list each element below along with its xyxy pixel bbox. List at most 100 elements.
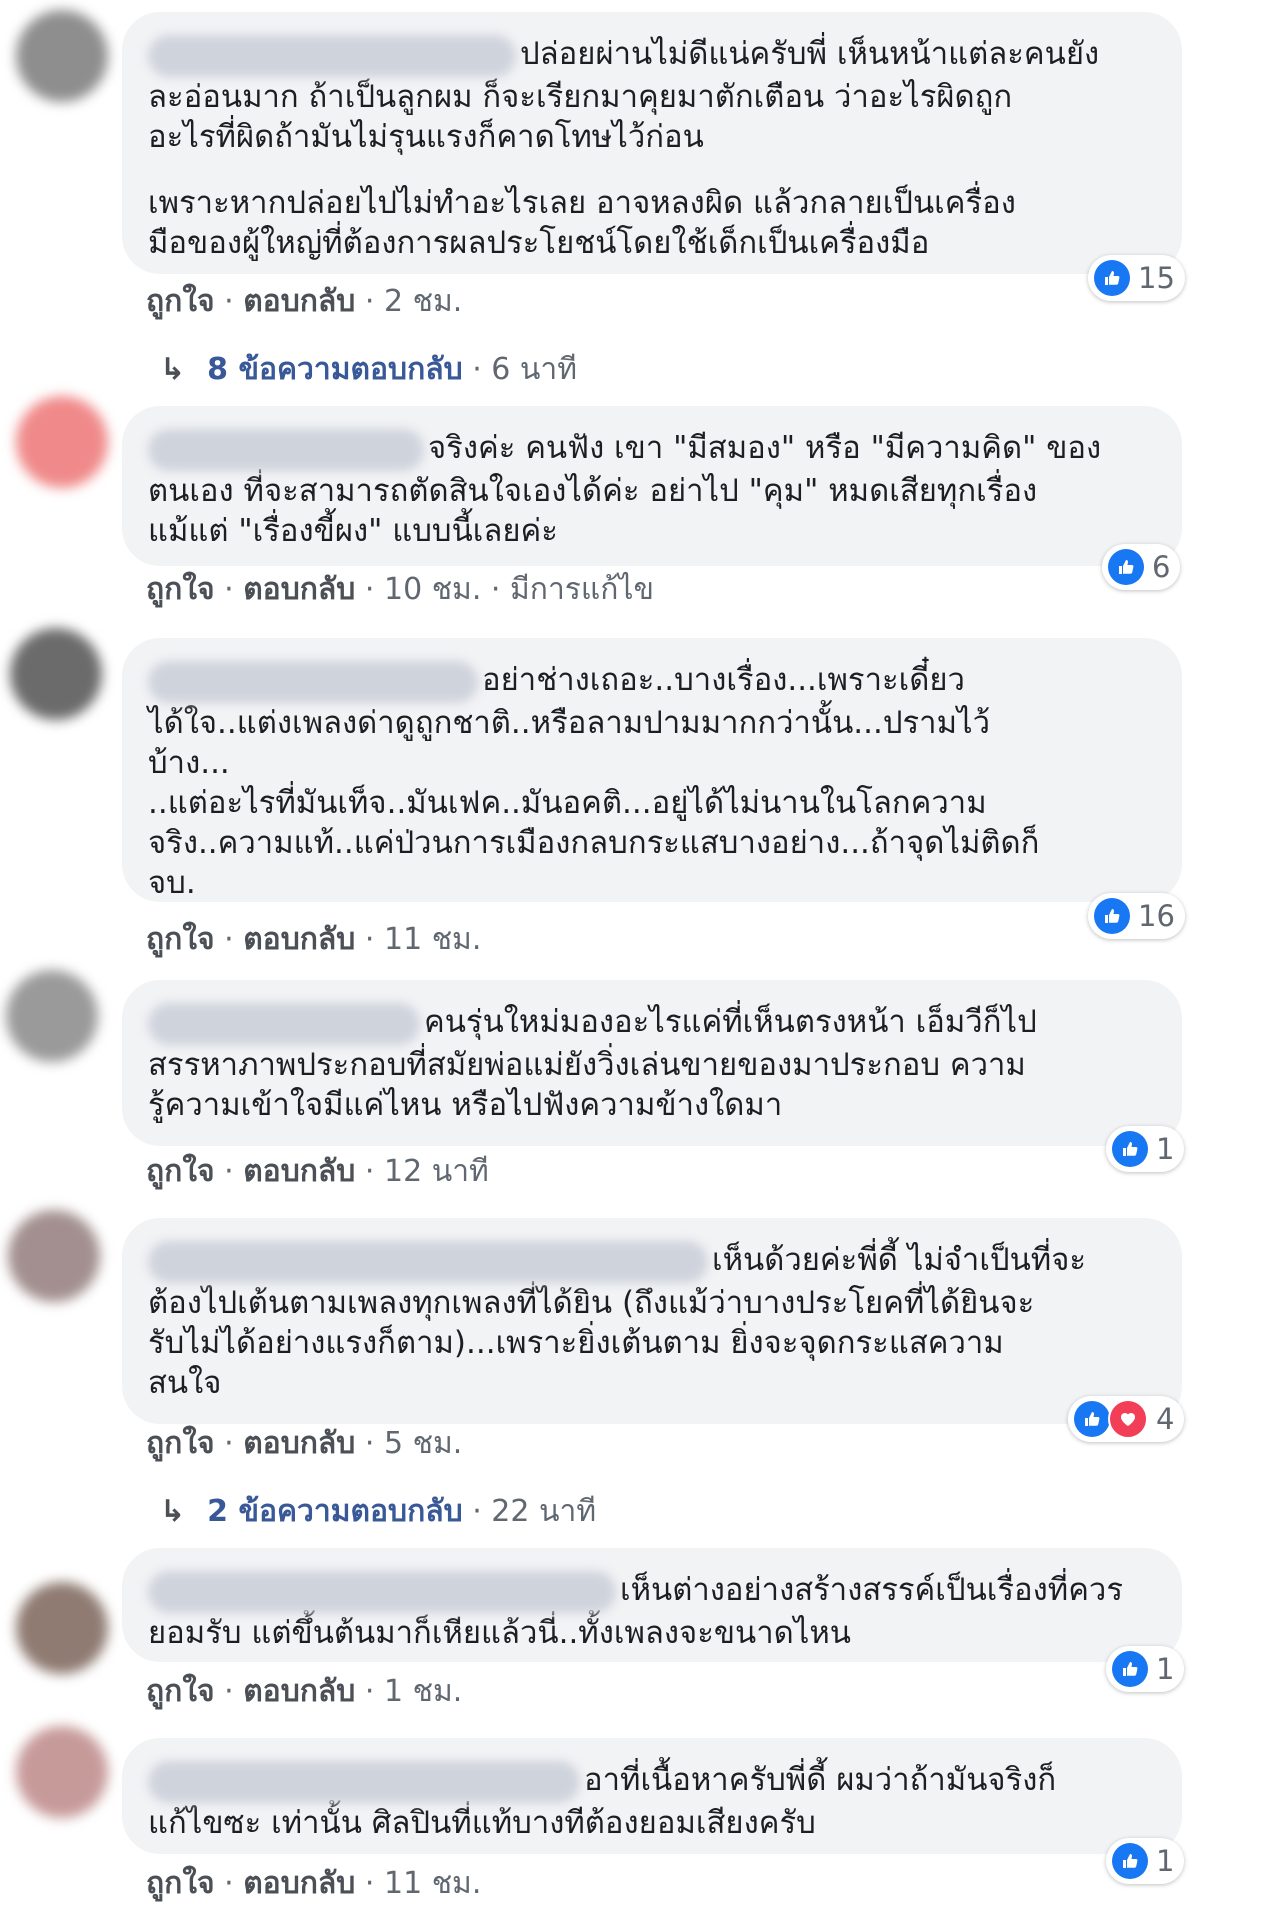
reaction-count-value: 4 xyxy=(1156,1402,1175,1436)
timestamp[interactable]: 5 ชม. xyxy=(384,1426,462,1461)
reaction-count-value: 16 xyxy=(1138,899,1175,933)
reply-link[interactable]: ตอบกลับ xyxy=(243,1154,355,1189)
separator: · xyxy=(224,922,234,957)
reply-link[interactable]: ตอบกลับ xyxy=(243,572,355,607)
like-reaction-icon xyxy=(1094,898,1130,934)
avatar[interactable] xyxy=(8,1210,100,1302)
avatar[interactable] xyxy=(10,628,102,720)
like-reaction-icon xyxy=(1112,1131,1148,1167)
separator: · xyxy=(224,284,234,319)
like-reaction-icon xyxy=(1108,549,1144,585)
separator: · xyxy=(364,284,375,319)
reaction-count[interactable]: 4 xyxy=(1068,1396,1185,1442)
comment-actions: ถูกใจ · ตอบกลับ · 12 นาที xyxy=(146,1148,489,1195)
reaction-count-value: 1 xyxy=(1156,1652,1175,1686)
like-link[interactable]: ถูกใจ xyxy=(146,1866,215,1901)
like-reaction-icon xyxy=(1094,260,1130,296)
reply-link[interactable]: ตอบกลับ xyxy=(243,284,355,319)
comment-text: ปล่อยผ่านไม่ดีแน่ครับพี่ เห็นหน้าแต่ละคน… xyxy=(148,34,1100,155)
separator: · xyxy=(364,1866,375,1901)
like-link[interactable]: ถูกใจ xyxy=(146,1674,215,1709)
separator: · xyxy=(490,572,501,607)
comment-text: เห็นด้วยค่ะพี่ดี้ ไม่จำเป็นที่จะ ต้องไปเ… xyxy=(148,1240,1087,1401)
reaction-count[interactable]: 6 xyxy=(1102,544,1181,590)
commenter-name[interactable] xyxy=(148,1002,420,1045)
reply-link[interactable]: ตอบกลับ xyxy=(243,1426,355,1461)
avatar[interactable] xyxy=(6,970,98,1062)
like-link[interactable]: ถูกใจ xyxy=(146,1154,215,1189)
comment-bubble: เห็นด้วยค่ะพี่ดี้ ไม่จำเป็นที่จะ ต้องไปเ… xyxy=(122,1218,1182,1424)
comment-text: อย่าช่างเถอะ..บางเรื่อง...เพราะเดี๋ยว ได… xyxy=(148,660,1040,901)
avatar[interactable] xyxy=(16,396,108,488)
reply-time: 22 นาที xyxy=(491,1494,597,1529)
comment-actions: ถูกใจ · ตอบกลับ · 5 ชม. xyxy=(146,1420,462,1467)
reaction-count[interactable]: 15 xyxy=(1088,255,1185,301)
timestamp[interactable]: 11 ชม. xyxy=(384,922,481,957)
reaction-count-value: 1 xyxy=(1156,1844,1175,1878)
separator: · xyxy=(224,1154,234,1189)
view-replies-link[interactable]: ↳ 8 ข้อความตอบกลับ · 6 นาที xyxy=(160,346,577,393)
reply-count[interactable]: 2 ข้อความตอบกลับ xyxy=(207,1494,463,1529)
reaction-count[interactable]: 1 xyxy=(1106,1838,1185,1884)
comment-bubble: คนรุ่นใหม่มองอะไรแค่ที่เห็นตรงหน้า เอ็มว… xyxy=(122,980,1182,1146)
like-reaction-icon xyxy=(1074,1401,1110,1437)
reaction-count-value: 1 xyxy=(1156,1132,1175,1166)
reaction-count[interactable]: 1 xyxy=(1106,1126,1185,1172)
comment-text-second-paragraph: เพราะหากปล่อยไปไม่ทำอะไรเลย อาจหลงผิด แล… xyxy=(148,184,1016,261)
like-link[interactable]: ถูกใจ xyxy=(146,922,215,957)
like-reaction-icon xyxy=(1112,1843,1148,1879)
edited-label[interactable]: มีการแก้ไข xyxy=(510,572,654,607)
timestamp[interactable]: 10 ชม. xyxy=(384,572,481,607)
comment-bubble: จริงค่ะ คนฟัง เขา "มีสมอง" หรือ "มีความค… xyxy=(122,406,1182,566)
commenter-name[interactable] xyxy=(148,1570,616,1613)
reaction-count-value: 15 xyxy=(1138,261,1175,295)
separator: · xyxy=(224,1866,234,1901)
separator: · xyxy=(472,1494,482,1529)
commenter-name[interactable] xyxy=(148,1240,708,1283)
comment-actions: ถูกใจ · ตอบกลับ · 1 ชม. xyxy=(146,1668,462,1715)
reply-arrow-icon: ↳ xyxy=(160,1494,186,1529)
comment-actions: ถูกใจ · ตอบกลับ · 11 ชม. xyxy=(146,916,481,963)
commenter-name[interactable] xyxy=(148,428,424,471)
comment-actions: ถูกใจ · ตอบกลับ · 11 ชม. xyxy=(146,1860,481,1907)
reaction-count[interactable]: 16 xyxy=(1088,893,1185,939)
reply-link[interactable]: ตอบกลับ xyxy=(243,922,355,957)
commenter-name[interactable] xyxy=(148,1760,580,1803)
comment-text: คนรุ่นใหม่มองอะไรแค่ที่เห็นตรงหน้า เอ็มว… xyxy=(148,1002,1037,1123)
avatar[interactable] xyxy=(16,1726,108,1818)
reaction-count[interactable]: 1 xyxy=(1106,1646,1185,1692)
comment-actions: ถูกใจ · ตอบกลับ · 10 ชม. · มีการแก้ไข xyxy=(146,566,654,613)
reply-count[interactable]: 8 ข้อความตอบกลับ xyxy=(207,352,463,387)
view-replies-link[interactable]: ↳ 2 ข้อความตอบกลับ · 22 นาที xyxy=(160,1488,596,1535)
comment-bubble: อย่าช่างเถอะ..บางเรื่อง...เพราะเดี๋ยว ได… xyxy=(122,638,1182,902)
like-link[interactable]: ถูกใจ xyxy=(146,1426,215,1461)
timestamp[interactable]: 2 ชม. xyxy=(384,284,462,319)
separator: · xyxy=(364,1674,375,1709)
timestamp[interactable]: 1 ชม. xyxy=(384,1674,462,1709)
comment-bubble: ปล่อยผ่านไม่ดีแน่ครับพี่ เห็นหน้าแต่ละคน… xyxy=(122,12,1182,274)
avatar[interactable] xyxy=(16,1582,108,1674)
comment-text: เห็นต่างอย่างสร้างสรรค์เป็นเรื่องที่ควร … xyxy=(148,1570,1123,1651)
separator: · xyxy=(364,922,375,957)
reply-link[interactable]: ตอบกลับ xyxy=(243,1866,355,1901)
like-link[interactable]: ถูกใจ xyxy=(146,572,215,607)
avatar[interactable] xyxy=(16,10,108,102)
separator: · xyxy=(224,1426,234,1461)
love-reaction-icon xyxy=(1108,1399,1148,1439)
commenter-name[interactable] xyxy=(148,34,516,77)
separator: · xyxy=(364,1426,375,1461)
comment-text: จริงค่ะ คนฟัง เขา "มีสมอง" หรือ "มีความค… xyxy=(148,428,1102,549)
like-link[interactable]: ถูกใจ xyxy=(146,284,215,319)
timestamp[interactable]: 12 นาที xyxy=(384,1154,489,1189)
commenter-name[interactable] xyxy=(148,660,478,703)
reply-time: 6 นาที xyxy=(491,352,578,387)
comment-bubble: อาที่เนื้อหาครับพี่ดี้ ผมว่าถ้ามันจริงก็… xyxy=(122,1738,1182,1854)
reaction-count-value: 6 xyxy=(1152,550,1171,584)
comment-actions: ถูกใจ · ตอบกลับ · 2 ชม. xyxy=(146,278,462,325)
separator: · xyxy=(364,572,375,607)
reply-arrow-icon: ↳ xyxy=(160,352,186,387)
separator: · xyxy=(472,352,482,387)
timestamp[interactable]: 11 ชม. xyxy=(384,1866,481,1901)
comment-bubble: เห็นต่างอย่างสร้างสรรค์เป็นเรื่องที่ควร … xyxy=(122,1548,1182,1662)
reply-link[interactable]: ตอบกลับ xyxy=(243,1674,355,1709)
